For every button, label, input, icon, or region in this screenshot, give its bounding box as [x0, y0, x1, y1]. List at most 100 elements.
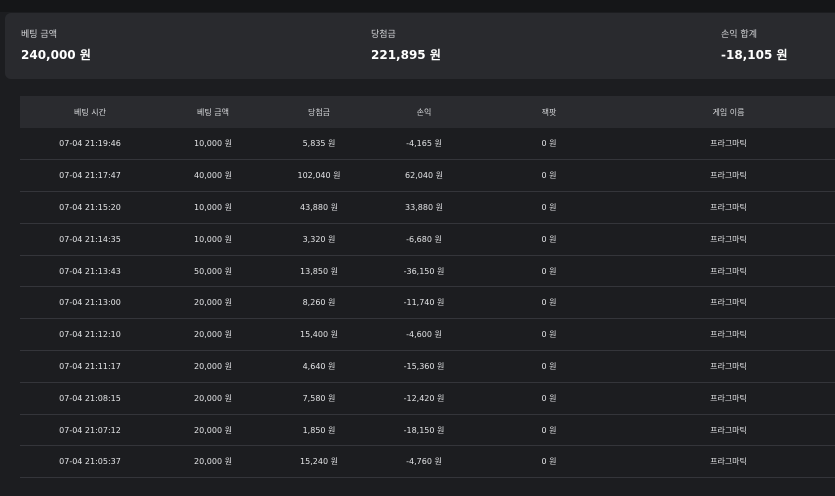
- table-row[interactable]: 07-04 21:17:47 40,000 원 102,040 원 62,040…: [20, 160, 835, 192]
- summary-profit-label: 손익 합계: [721, 30, 757, 40]
- cell-jackpot: 0 원: [541, 457, 557, 467]
- history-table-container[interactable]: 베팅 시간 베팅 금액 당첨금 손익 잭팟 게임 이름 07-04 21:19:…: [20, 96, 835, 481]
- summary-profit-value: -18,105 원: [721, 48, 788, 62]
- cell-winnings: 43,880 원: [300, 202, 338, 212]
- cell-bet-amount: 40,000 원: [194, 171, 232, 181]
- cell-game-name: 프라그마틱: [710, 202, 747, 212]
- cell-game-name: 프라그마틱: [710, 139, 747, 149]
- top-bar: [0, 0, 835, 12]
- cell-jackpot: 0 원: [541, 330, 557, 340]
- cell-profit: -4,760 원: [406, 457, 442, 467]
- cell-game-name: 프라그마틱: [710, 393, 747, 403]
- table-row[interactable]: 07-04 21:11:17 20,000 원 4,640 원 -15,360 …: [20, 351, 835, 383]
- cell-profit: -4,165 원: [406, 139, 442, 149]
- cell-winnings: 1,850 원: [302, 425, 336, 435]
- cell-bet-time: 07-04 21:19:46: [59, 139, 121, 149]
- cell-profit: -11,740 원: [403, 298, 445, 308]
- table-row[interactable]: 07-04 21:08:15 20,000 원 7,580 원 -12,420 …: [20, 382, 835, 415]
- cell-game-name: 프라그마틱: [710, 361, 747, 371]
- summary-profit: 손익 합계 -18,105 원: [721, 30, 788, 62]
- cell-profit: -15,360 원: [403, 361, 445, 371]
- column-header-jackpot[interactable]: 잭팟: [476, 96, 622, 128]
- cell-game-name: 프라그마틱: [710, 234, 747, 244]
- cell-bet-time: 07-04 21:17:47: [59, 171, 121, 181]
- cell-profit: -18,150 원: [403, 425, 445, 435]
- cell-profit: 33,880 원: [405, 202, 443, 212]
- cell-jackpot: 0 원: [541, 266, 557, 276]
- cell-bet-amount: 10,000 원: [194, 139, 232, 149]
- summary-bet-amount: 베팅 금액 240,000 원: [21, 30, 91, 62]
- cell-jackpot: 0 원: [541, 139, 557, 149]
- cell-bet-time: 07-04 21:13:43: [59, 266, 121, 276]
- cell-winnings: 13,850 원: [300, 266, 338, 276]
- summary-winnings-value: 221,895 원: [371, 48, 441, 62]
- betting-history-page: 베팅 금액 240,000 원 당첨금 221,895 원 손익 합계 -18,…: [0, 0, 835, 496]
- column-header-winnings[interactable]: 당첨금: [266, 96, 372, 128]
- cell-jackpot: 0 원: [541, 425, 557, 435]
- cell-game-name: 프라그마틱: [710, 266, 747, 276]
- cell-bet-time: 07-04 21:05:37: [59, 457, 121, 467]
- cell-bet-amount: 10,000 원: [194, 202, 232, 212]
- summary-panel: 베팅 금액 240,000 원 당첨금 221,895 원 손익 합계 -18,…: [5, 13, 835, 79]
- cell-bet-time: 07-04 21:07:12: [59, 425, 121, 435]
- table-row[interactable]: 07-04 21:14:35 10,000 원 3,320 원 -6,680 원…: [20, 223, 835, 256]
- cell-bet-time: 07-04 21:12:10: [59, 330, 121, 340]
- cell-game-name: 프라그마틱: [710, 330, 747, 340]
- cell-bet-time: 07-04 21:08:15: [59, 393, 121, 403]
- cell-bet-amount: 10,000 원: [194, 234, 232, 244]
- cell-game-name: 프라그마틱: [710, 425, 747, 435]
- summary-bet-amount-value: 240,000 원: [21, 48, 91, 62]
- cell-profit: -6,680 원: [406, 234, 442, 244]
- summary-winnings-label: 당첨금: [371, 30, 396, 40]
- column-header-bet-time[interactable]: 베팅 시간: [20, 96, 160, 128]
- table-row[interactable]: 07-04 21:13:43 50,000 원 13,850 원 -36,150…: [20, 255, 835, 287]
- column-header-bet-amount[interactable]: 베팅 금액: [160, 96, 266, 128]
- cell-bet-time: 07-04 21:14:35: [59, 234, 121, 244]
- cell-bet-amount: 20,000 원: [194, 361, 232, 371]
- table-row[interactable]: 07-04 21:07:12 20,000 원 1,850 원 -18,150 …: [20, 414, 835, 446]
- cell-bet-time: 07-04 21:15:20: [59, 202, 121, 212]
- cell-jackpot: 0 원: [541, 234, 557, 244]
- cell-bet-amount: 20,000 원: [194, 330, 232, 340]
- cell-game-name: 프라그마틱: [710, 171, 747, 181]
- cell-game-name: 프라그마틱: [710, 457, 747, 467]
- cell-profit: -12,420 원: [403, 393, 445, 403]
- cell-winnings: 5,835 원: [302, 139, 336, 149]
- table-row[interactable]: 07-04 21:05:37 20,000 원 15,240 원 -4,760 …: [20, 446, 835, 478]
- cell-jackpot: 0 원: [541, 171, 557, 181]
- table-row[interactable]: 07-04 21:12:10 20,000 원 15,400 원 -4,600 …: [20, 319, 835, 351]
- cell-bet-time: 07-04 21:13:00: [59, 298, 121, 308]
- cell-winnings: 3,320 원: [302, 234, 336, 244]
- cell-bet-amount: 20,000 원: [194, 457, 232, 467]
- cell-game-name: 프라그마틱: [710, 298, 747, 308]
- cell-profit: -4,600 원: [406, 330, 442, 340]
- cell-jackpot: 0 원: [541, 298, 557, 308]
- cell-bet-amount: 20,000 원: [194, 298, 232, 308]
- column-header-profit[interactable]: 손익: [372, 96, 476, 128]
- table-body: 07-04 21:19:46 10,000 원 5,835 원 -4,165 원…: [20, 128, 835, 478]
- cell-winnings: 7,580 원: [302, 393, 336, 403]
- table-header-row: 베팅 시간 베팅 금액 당첨금 손익 잭팟 게임 이름: [20, 96, 835, 128]
- cell-winnings: 4,640 원: [302, 361, 336, 371]
- cell-bet-amount: 20,000 원: [194, 425, 232, 435]
- column-header-game-name[interactable]: 게임 이름: [622, 96, 835, 128]
- cell-jackpot: 0 원: [541, 393, 557, 403]
- cell-winnings: 102,040 원: [297, 171, 341, 181]
- cell-jackpot: 0 원: [541, 202, 557, 212]
- table-row[interactable]: 07-04 21:13:00 20,000 원 8,260 원 -11,740 …: [20, 287, 835, 319]
- cell-bet-amount: 20,000 원: [194, 393, 232, 403]
- history-table: 베팅 시간 베팅 금액 당첨금 손익 잭팟 게임 이름 07-04 21:19:…: [20, 96, 835, 478]
- cell-profit: 62,040 원: [405, 171, 443, 181]
- cell-winnings: 15,400 원: [300, 330, 338, 340]
- cell-profit: -36,150 원: [403, 266, 445, 276]
- cell-bet-amount: 50,000 원: [194, 266, 232, 276]
- table-row[interactable]: 07-04 21:15:20 10,000 원 43,880 원 33,880 …: [20, 192, 835, 224]
- table-row[interactable]: 07-04 21:19:46 10,000 원 5,835 원 -4,165 원…: [20, 128, 835, 160]
- cell-jackpot: 0 원: [541, 361, 557, 371]
- summary-bet-amount-label: 베팅 금액: [21, 30, 57, 40]
- cell-winnings: 8,260 원: [302, 298, 336, 308]
- summary-winnings: 당첨금 221,895 원: [371, 30, 441, 62]
- table-header: 베팅 시간 베팅 금액 당첨금 손익 잭팟 게임 이름: [20, 96, 835, 128]
- cell-bet-time: 07-04 21:11:17: [59, 361, 121, 371]
- cell-winnings: 15,240 원: [300, 457, 338, 467]
